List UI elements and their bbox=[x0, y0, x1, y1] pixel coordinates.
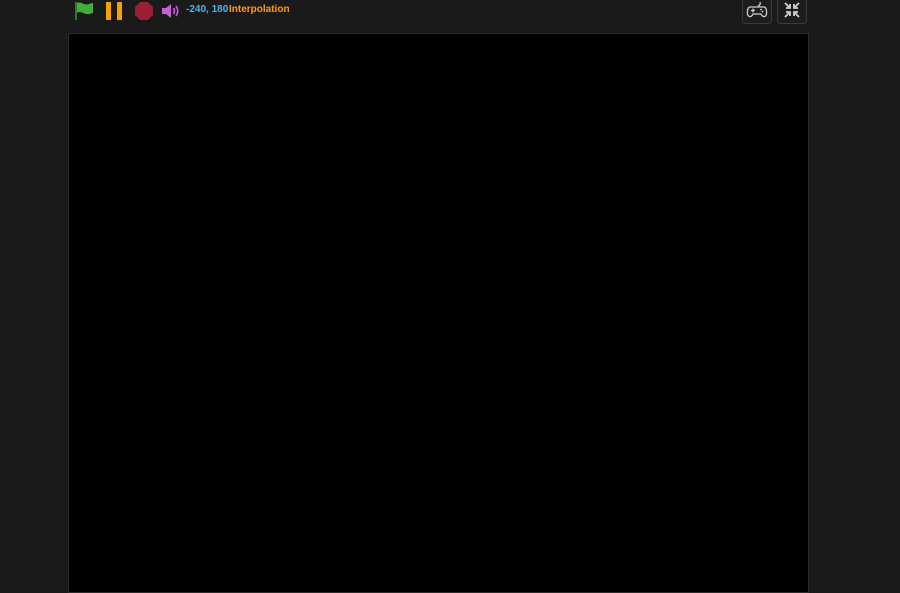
green-flag-button[interactable] bbox=[72, 0, 96, 22]
exit-fullscreen-button[interactable] bbox=[777, 0, 807, 24]
interpolation-indicator: Interpolation bbox=[229, 4, 290, 15]
gamepad-button[interactable] bbox=[742, 0, 772, 24]
green-flag-icon bbox=[75, 2, 93, 20]
project-stage[interactable] bbox=[68, 33, 809, 593]
volume-icon bbox=[162, 4, 179, 18]
volume-button[interactable] bbox=[160, 0, 182, 22]
stop-icon bbox=[135, 2, 153, 20]
stop-button[interactable] bbox=[132, 0, 156, 22]
pause-button[interactable] bbox=[102, 0, 126, 22]
exit-fullscreen-icon bbox=[784, 2, 800, 18]
gamepad-icon bbox=[746, 1, 768, 18]
mouse-coordinates: -240, 180 bbox=[186, 4, 229, 15]
player-toolbar: -240, 180 Interpolation bbox=[0, 0, 900, 28]
pause-icon bbox=[106, 2, 122, 20]
